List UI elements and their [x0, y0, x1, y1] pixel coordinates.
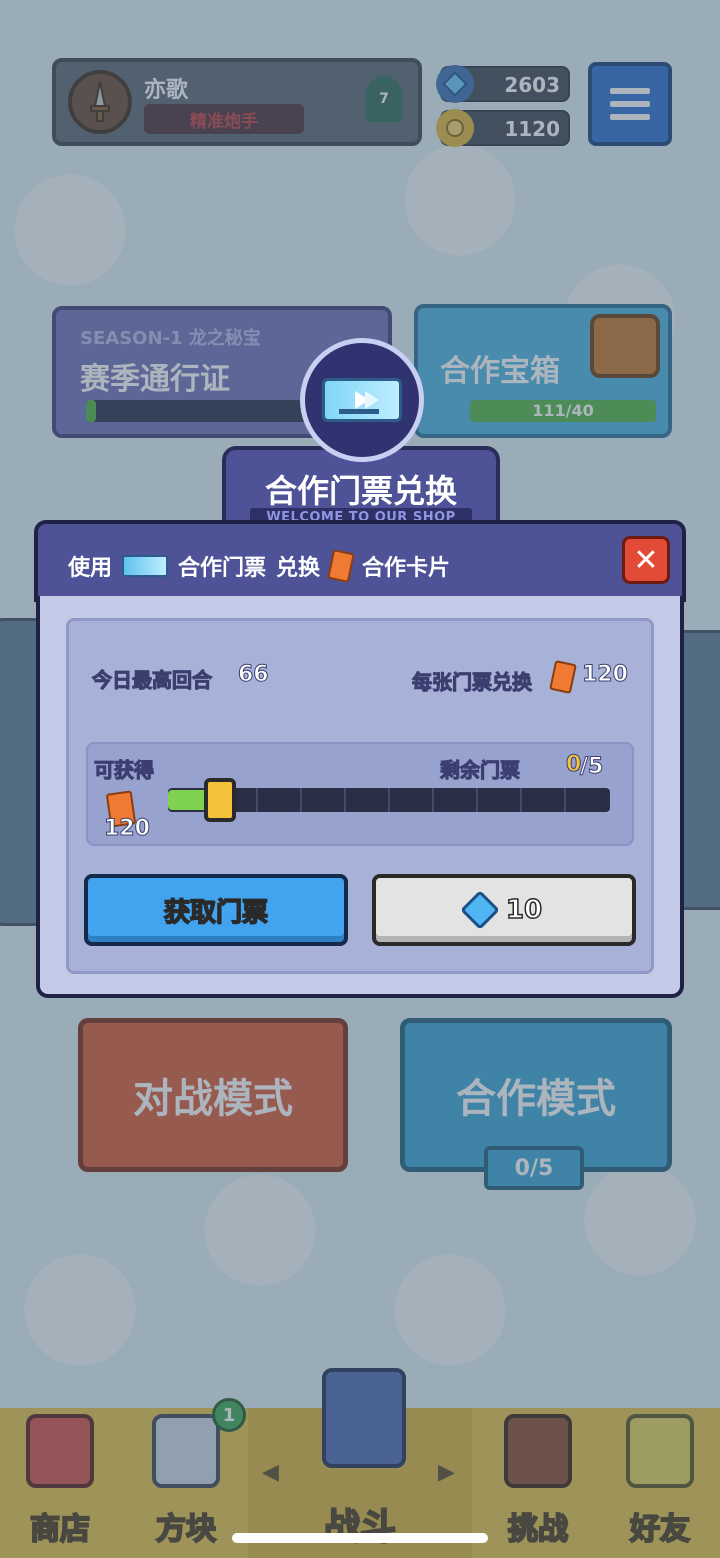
card-icon — [327, 549, 355, 583]
slider-tick — [520, 788, 522, 812]
close-button[interactable]: ✕ — [622, 536, 670, 584]
today-best-label: 今日最高回合 — [92, 668, 213, 693]
remaining-total: /5 — [579, 754, 604, 780]
slider-tick — [256, 788, 258, 812]
modal-title: 合作门票兑换 — [264, 472, 457, 510]
exchange-description: 使用 合作门票 兑换 合作卡片 — [68, 549, 451, 583]
slider-tick — [300, 788, 302, 812]
per-ticket-label: 每张门票兑换 — [412, 670, 533, 695]
obtainable-label: 可获得 — [94, 758, 155, 783]
get-ticket-button[interactable]: 获取门票 — [84, 874, 348, 946]
slider-tick — [476, 788, 478, 812]
home-indicator[interactable] — [232, 1533, 488, 1543]
slider-tick — [344, 788, 346, 812]
desc-exchange: 兑换 — [276, 556, 321, 581]
modal-header: 使用 合作门票 兑换 合作卡片 — [34, 520, 686, 602]
ticket-emblem — [300, 338, 424, 462]
price-value: 10 — [505, 894, 543, 926]
today-best-value: 66 — [238, 662, 270, 688]
desc-card: 合作卡片 — [362, 556, 451, 581]
remaining-label: 剩余门票 — [440, 758, 521, 783]
ticket-icon — [322, 378, 402, 422]
ticket-icon — [122, 555, 169, 577]
slider-tick — [388, 788, 390, 812]
desc-ticket: 合作门票 — [178, 556, 267, 581]
slider-tick — [564, 788, 566, 812]
desc-use: 使用 — [68, 556, 113, 581]
buy-with-gems-button[interactable]: 10 — [372, 874, 636, 946]
ticket-slider-thumb[interactable] — [204, 778, 236, 822]
per-ticket-value: 120 — [582, 662, 629, 688]
slider-tick — [432, 788, 434, 812]
gem-icon — [460, 890, 500, 930]
obtainable-value: 120 — [104, 816, 151, 842]
